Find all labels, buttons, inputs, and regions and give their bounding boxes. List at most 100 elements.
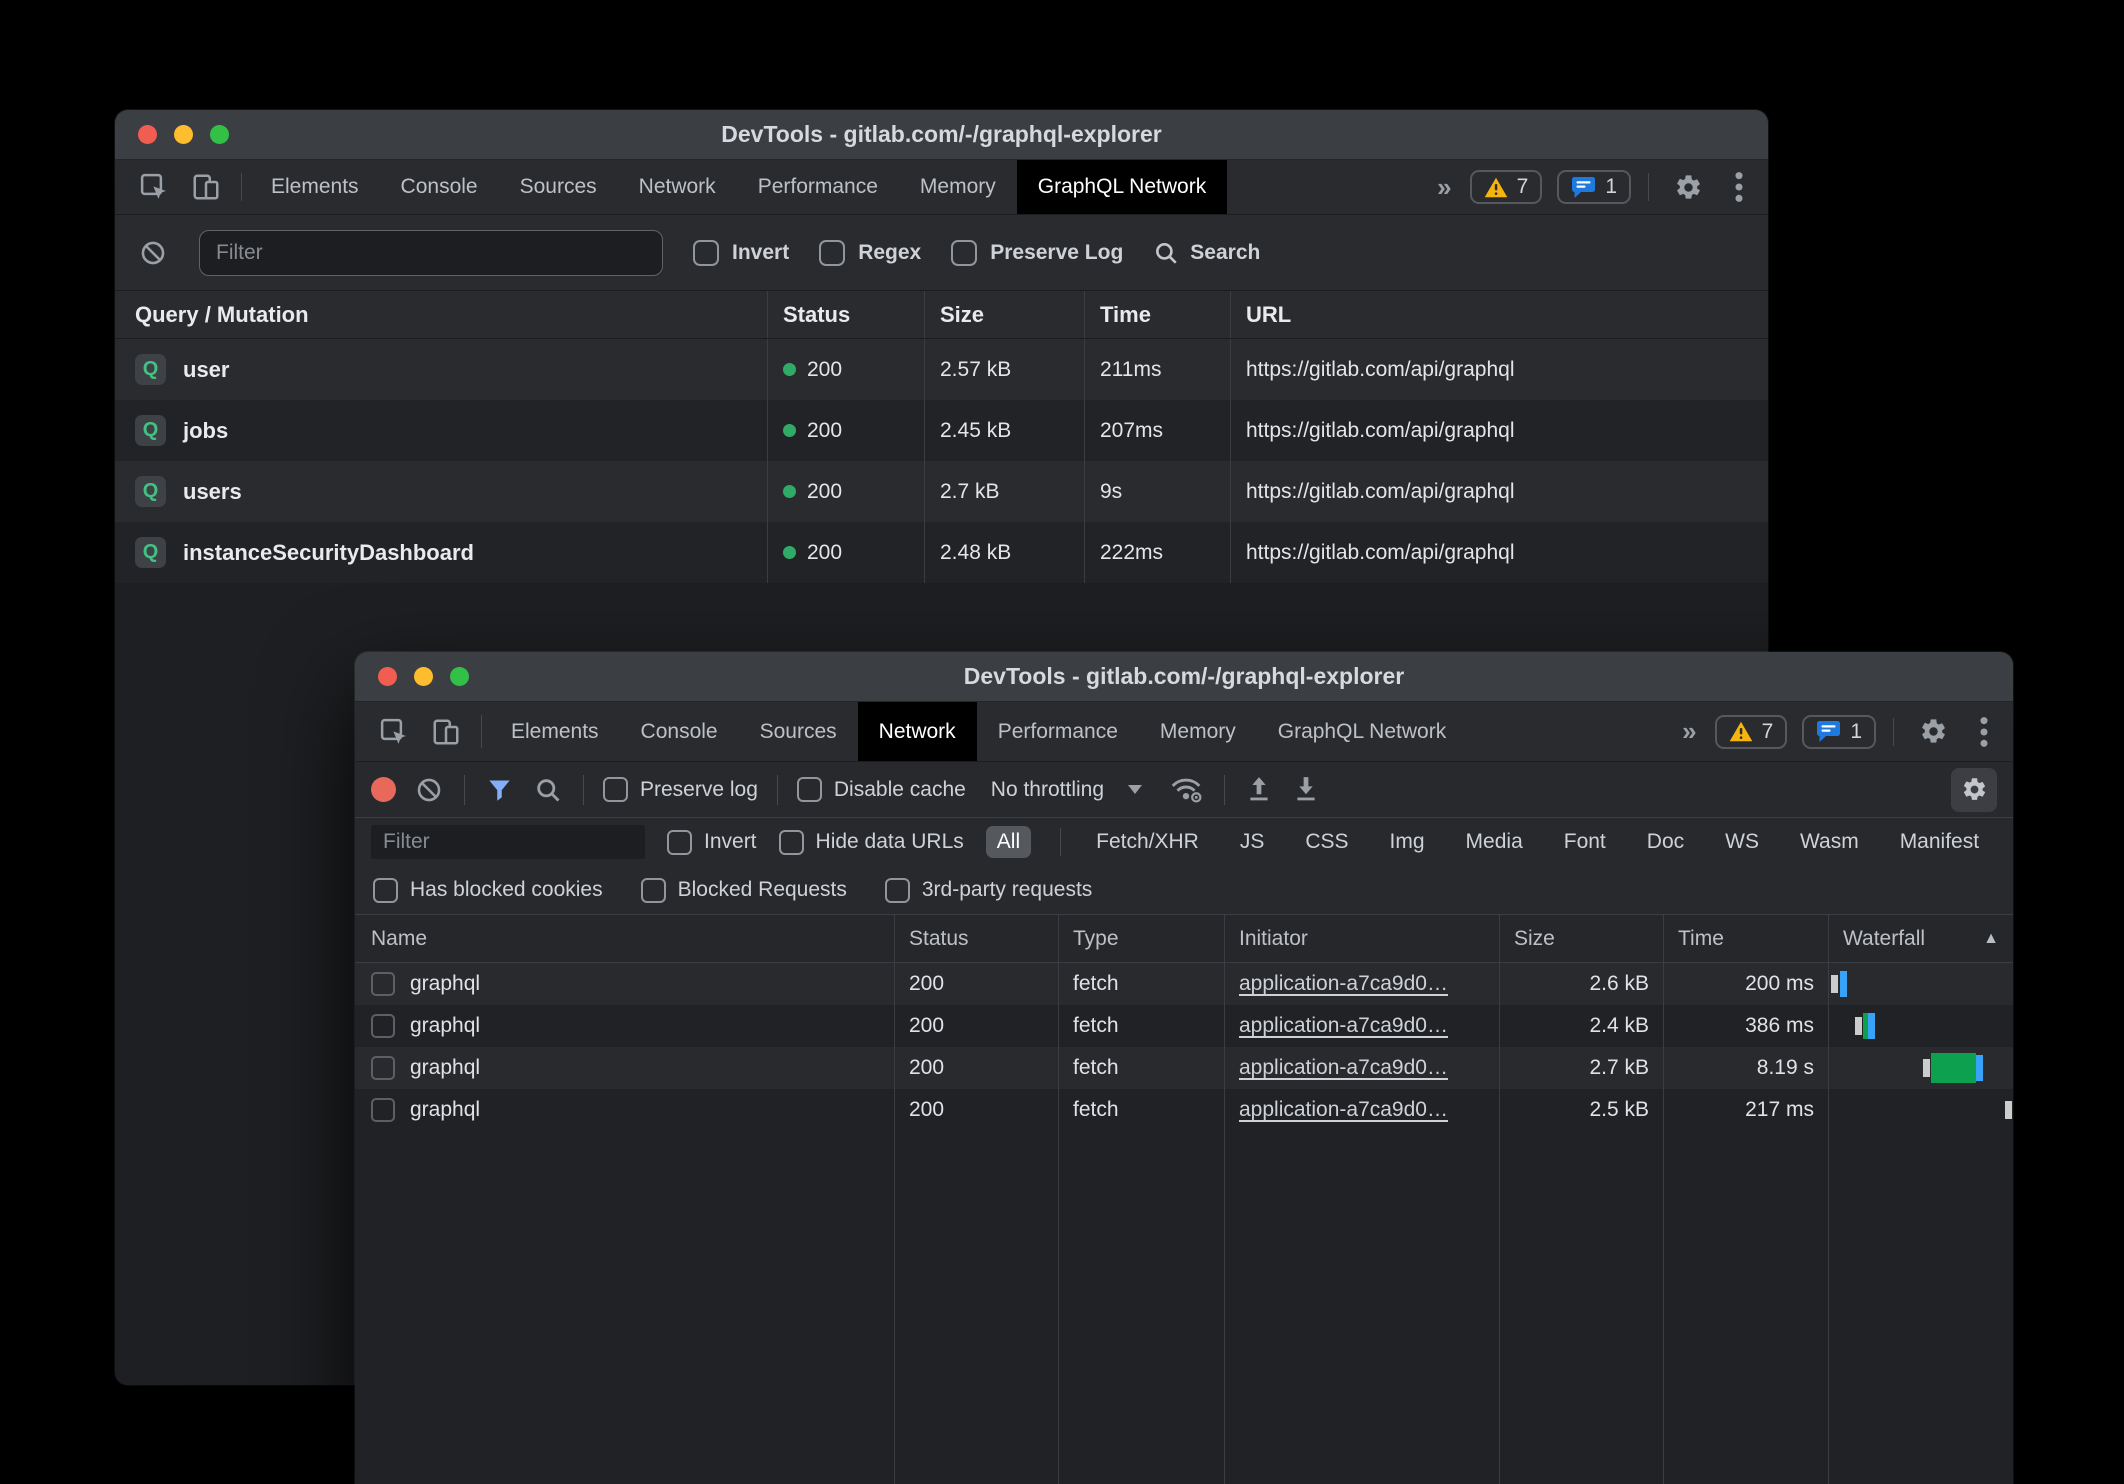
- tab-console[interactable]: Console: [380, 160, 499, 214]
- column-header-query[interactable]: Query / Mutation: [115, 291, 767, 338]
- tab-elements[interactable]: Elements: [490, 702, 620, 761]
- more-tabs-icon[interactable]: »: [1431, 172, 1454, 203]
- disable-cache-checkbox[interactable]: Disable cache: [797, 777, 966, 802]
- tab-memory[interactable]: Memory: [899, 160, 1017, 214]
- filter-funnel-icon[interactable]: [484, 762, 515, 817]
- column-header-size[interactable]: Size: [924, 291, 1084, 338]
- clear-icon[interactable]: [413, 762, 445, 817]
- zoom-button[interactable]: [450, 667, 469, 686]
- type-filter-doc[interactable]: Doc: [1641, 826, 1690, 858]
- warnings-badge[interactable]: 7: [1470, 170, 1543, 204]
- tab-performance[interactable]: Performance: [737, 160, 899, 214]
- export-har-icon[interactable]: [1291, 762, 1321, 817]
- column-header-time[interactable]: Time: [1084, 291, 1230, 338]
- table-row[interactable]: Qusers 200 2.7 kB 9s https://gitlab.com/…: [115, 461, 1768, 522]
- has-blocked-cookies-checkbox[interactable]: Has blocked cookies: [373, 878, 603, 903]
- minimize-button[interactable]: [174, 125, 193, 144]
- type-filter-img[interactable]: Img: [1384, 826, 1431, 858]
- tab-network[interactable]: Network: [858, 702, 977, 761]
- tab-console[interactable]: Console: [620, 702, 739, 761]
- device-toolbar-icon[interactable]: [183, 160, 229, 214]
- settings-gear-icon[interactable]: [1666, 160, 1711, 214]
- table-row[interactable]: Qjobs 200 2.45 kB 207ms https://gitlab.c…: [115, 400, 1768, 461]
- column-header-status[interactable]: Status: [894, 915, 1058, 962]
- minimize-button[interactable]: [414, 667, 433, 686]
- kebab-menu-icon[interactable]: [1726, 160, 1752, 214]
- search-toggle[interactable]: Search: [1153, 240, 1260, 266]
- table-row[interactable]: graphql 200 fetch application-a7ca9d0… 2…: [355, 1005, 2013, 1047]
- waterfall-cell[interactable]: [1828, 963, 2013, 1005]
- row-checkbox[interactable]: [371, 972, 395, 996]
- device-toolbar-icon[interactable]: [423, 702, 469, 761]
- preserve-log-checkbox[interactable]: Preserve Log: [951, 240, 1123, 266]
- table-row[interactable]: graphql 200 fetch application-a7ca9d0… 2…: [355, 1047, 2013, 1089]
- table-row[interactable]: graphql 200 fetch application-a7ca9d0… 2…: [355, 963, 2013, 1005]
- column-header-name[interactable]: Name: [355, 915, 894, 962]
- hide-data-urls-checkbox[interactable]: Hide data URLs: [779, 830, 964, 855]
- titlebar[interactable]: DevTools - gitlab.com/-/graphql-explorer: [115, 110, 1768, 160]
- tab-sources[interactable]: Sources: [739, 702, 858, 761]
- tab-graphql-network[interactable]: GraphQL Network: [1017, 160, 1227, 214]
- close-button[interactable]: [378, 667, 397, 686]
- row-checkbox[interactable]: [371, 1014, 395, 1038]
- type-filter-wasm[interactable]: Wasm: [1794, 826, 1865, 858]
- kebab-menu-icon[interactable]: [1971, 702, 1997, 761]
- zoom-button[interactable]: [210, 125, 229, 144]
- preserve-log-checkbox[interactable]: Preserve log: [603, 777, 758, 802]
- network-conditions-icon[interactable]: [1167, 762, 1205, 817]
- type-filter-fetch-xhr[interactable]: Fetch/XHR: [1090, 826, 1205, 858]
- record-network-log-button[interactable]: [371, 777, 396, 802]
- column-header-initiator[interactable]: Initiator: [1224, 915, 1499, 962]
- type-filter-manifest[interactable]: Manifest: [1894, 826, 1985, 858]
- type-filter-media[interactable]: Media: [1460, 826, 1529, 858]
- tab-memory[interactable]: Memory: [1139, 702, 1257, 761]
- close-button[interactable]: [138, 125, 157, 144]
- tab-graphql-network[interactable]: GraphQL Network: [1257, 702, 1467, 761]
- inspect-element-icon[interactable]: [371, 702, 417, 761]
- third-party-requests-checkbox[interactable]: 3rd-party requests: [885, 878, 1092, 903]
- invert-checkbox[interactable]: Invert: [667, 830, 757, 855]
- type-filter-all[interactable]: All: [986, 826, 1031, 858]
- type-filter-font[interactable]: Font: [1558, 826, 1612, 858]
- invert-checkbox[interactable]: Invert: [693, 240, 789, 266]
- tab-elements[interactable]: Elements: [250, 160, 380, 214]
- waterfall-cell[interactable]: [1828, 1005, 2013, 1047]
- row-checkbox[interactable]: [371, 1056, 395, 1080]
- type-filter-css[interactable]: CSS: [1299, 826, 1354, 858]
- issues-badge[interactable]: 1: [1557, 170, 1631, 204]
- column-header-time[interactable]: Time: [1663, 915, 1828, 962]
- tab-performance[interactable]: Performance: [977, 702, 1139, 761]
- filter-input[interactable]: [199, 230, 663, 276]
- network-settings-gear-icon[interactable]: [1951, 768, 1997, 812]
- settings-gear-icon[interactable]: [1911, 702, 1956, 761]
- warnings-badge[interactable]: 7: [1715, 715, 1788, 749]
- regex-checkbox[interactable]: Regex: [819, 240, 921, 266]
- initiator-link[interactable]: application-a7ca9d0…: [1239, 1098, 1448, 1122]
- type-filter-js[interactable]: JS: [1234, 826, 1271, 858]
- filter-input[interactable]: [371, 825, 645, 859]
- search-icon[interactable]: [532, 762, 564, 817]
- inspect-element-icon[interactable]: [131, 160, 177, 214]
- more-tabs-icon[interactable]: »: [1676, 716, 1699, 747]
- clear-icon[interactable]: [137, 215, 169, 290]
- table-row[interactable]: graphql 200 fetch application-a7ca9d0… 2…: [355, 1089, 2013, 1131]
- column-header-url[interactable]: URL: [1230, 291, 1768, 338]
- column-header-status[interactable]: Status: [767, 291, 924, 338]
- initiator-link[interactable]: application-a7ca9d0…: [1239, 972, 1448, 996]
- table-row[interactable]: Quser 200 2.57 kB 211ms https://gitlab.c…: [115, 339, 1768, 400]
- column-header-size[interactable]: Size: [1499, 915, 1663, 962]
- waterfall-cell[interactable]: [1828, 1047, 2013, 1089]
- titlebar[interactable]: DevTools - gitlab.com/-/graphql-explorer: [355, 652, 2013, 702]
- type-filter-ws[interactable]: WS: [1719, 826, 1765, 858]
- import-har-icon[interactable]: [1244, 762, 1274, 817]
- row-checkbox[interactable]: [371, 1098, 395, 1122]
- table-row[interactable]: QinstanceSecurityDashboard 200 2.48 kB 2…: [115, 522, 1768, 583]
- blocked-requests-checkbox[interactable]: Blocked Requests: [641, 878, 847, 903]
- column-header-waterfall[interactable]: Waterfall ▲: [1828, 915, 2013, 962]
- column-header-type[interactable]: Type: [1058, 915, 1224, 962]
- initiator-link[interactable]: application-a7ca9d0…: [1239, 1014, 1448, 1038]
- waterfall-cell[interactable]: [1828, 1089, 2013, 1131]
- tab-network[interactable]: Network: [618, 160, 737, 214]
- tab-sources[interactable]: Sources: [499, 160, 618, 214]
- issues-badge[interactable]: 1: [1802, 715, 1876, 749]
